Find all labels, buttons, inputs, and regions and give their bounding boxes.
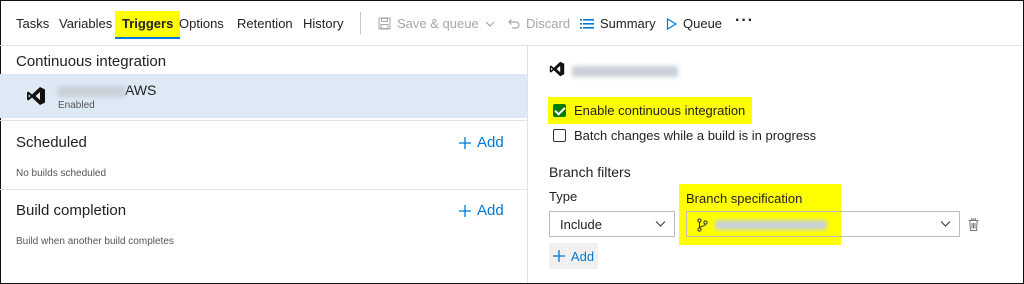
save-queue-button[interactable]: Save & queue — [378, 15, 495, 32]
plus-icon — [552, 250, 565, 262]
tab-variables[interactable]: Variables — [59, 15, 112, 32]
build-completion-note: Build when another build completes — [16, 236, 174, 247]
plus-icon — [459, 204, 471, 217]
save-queue-label: Save & queue — [397, 16, 479, 31]
trash-icon[interactable] — [968, 218, 979, 231]
save-icon — [378, 17, 391, 30]
tab-options[interactable]: Options — [179, 15, 224, 32]
ci-section-title: Continuous integration — [16, 53, 167, 70]
type-select-value: Include — [560, 216, 602, 232]
ci-trigger-item[interactable]: AWS Enabled — [0, 74, 527, 118]
enable-ci-checkbox[interactable]: Enable continuous integration — [553, 103, 745, 118]
chevron-down-icon — [940, 221, 951, 227]
checkbox-unchecked-icon — [553, 129, 566, 142]
build-completion-section-title: Build completion — [16, 202, 127, 219]
more-options-button[interactable]: ··· — [735, 12, 754, 29]
divider — [0, 189, 527, 190]
redacted-name — [58, 85, 125, 97]
ci-item-status: Enabled — [58, 100, 95, 111]
undo-icon — [508, 19, 520, 29]
add-schedule-button[interactable]: Add — [459, 134, 504, 151]
visual-studio-icon — [549, 61, 565, 77]
branch-filters-title: Branch filters — [549, 164, 631, 180]
trigger-details-pane: Enable continuous integration Batch chan… — [528, 46, 1022, 283]
add-branch-filter-label: Add — [570, 248, 595, 264]
type-label: Type — [549, 189, 578, 204]
branch-spec-label: Branch specification — [686, 191, 803, 206]
chevron-down-icon — [485, 21, 495, 27]
chevron-down-icon — [655, 221, 666, 227]
list-icon — [580, 18, 594, 29]
branch-icon — [697, 218, 708, 232]
top-tab-bar: Tasks Variables Triggers Options Retenti… — [0, 0, 1022, 46]
add-schedule-label: Add — [477, 134, 504, 151]
summary-label: Summary — [600, 16, 656, 31]
batch-changes-checkbox[interactable]: Batch changes while a build is in progre… — [553, 128, 816, 143]
batch-changes-label: Batch changes while a build is in progre… — [574, 128, 817, 143]
tab-retention[interactable]: Retention — [237, 15, 293, 32]
type-select[interactable]: Include — [549, 211, 675, 237]
ci-item-name: AWS — [58, 82, 156, 98]
redacted-branch-value — [715, 220, 827, 230]
play-icon — [666, 17, 677, 30]
redacted-pipeline-name — [572, 66, 678, 77]
scheduled-note: No builds scheduled — [16, 168, 107, 179]
queue-label: Queue — [683, 16, 723, 31]
checkbox-checked-icon — [553, 104, 566, 117]
branch-spec-input[interactable] — [686, 211, 960, 237]
discard-button[interactable]: Discard — [507, 15, 570, 32]
triggers-list-pane: Continuous integration AWS Enabled Sched… — [0, 46, 528, 283]
add-build-completion-button[interactable]: Add — [459, 202, 504, 219]
tab-tasks[interactable]: Tasks — [16, 15, 49, 32]
visual-studio-icon — [27, 87, 45, 105]
tab-history[interactable]: History — [303, 15, 343, 32]
ci-item-name-suffix: AWS — [125, 82, 157, 98]
toolbar-divider — [360, 12, 361, 34]
queue-button[interactable]: Queue — [666, 15, 722, 32]
summary-button[interactable]: Summary — [580, 15, 656, 32]
discard-label: Discard — [526, 16, 571, 31]
tab-triggers[interactable]: Triggers — [115, 11, 181, 39]
scheduled-section-title: Scheduled — [16, 134, 87, 151]
add-branch-filter-button[interactable]: Add — [549, 243, 598, 269]
enable-ci-label: Enable continuous integration — [574, 103, 746, 118]
plus-icon — [459, 136, 471, 149]
add-build-completion-label: Add — [477, 202, 504, 219]
divider — [0, 120, 527, 121]
